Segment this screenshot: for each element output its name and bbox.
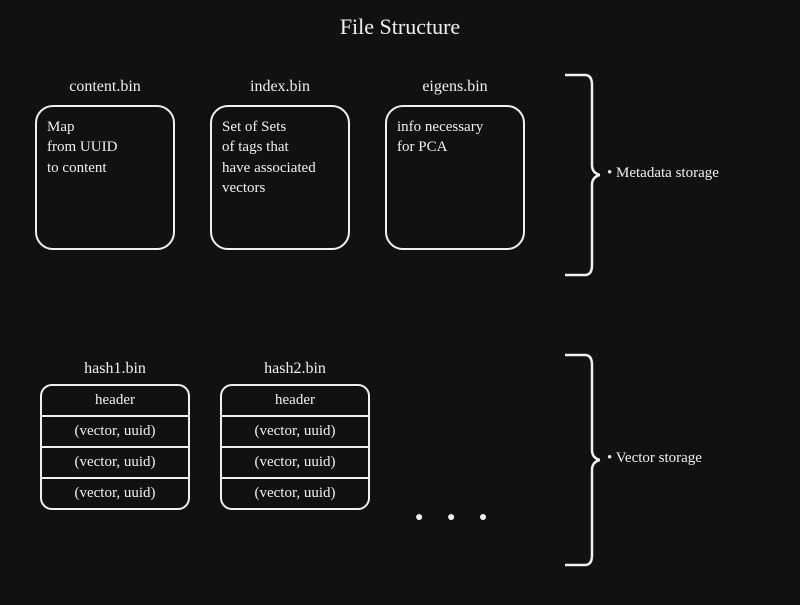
diagram-title: File Structure [0, 14, 800, 40]
content-bin-label: content.bin [35, 78, 175, 96]
hash1-block: hash1.bin header (vector, uuid) (vector,… [40, 360, 190, 510]
hash2-frame: header (vector, uuid) (vector, uuid) (ve… [220, 384, 370, 510]
vector-bracket-label: • Vector storage [607, 450, 702, 467]
bullet-icon: • [607, 165, 612, 181]
metadata-label-text: Metadata storage [616, 165, 719, 181]
hash1-row: (vector, uuid) [42, 415, 188, 446]
hash2-label: hash2.bin [220, 360, 370, 378]
vector-label-text: Vector storage [616, 450, 702, 466]
vector-bracket [560, 350, 600, 570]
hash1-row: (vector, uuid) [42, 446, 188, 477]
index-bin-label: index.bin [210, 78, 350, 96]
ellipsis-icon: ● ● ● [415, 510, 497, 526]
eigens-bin-label: eigens.bin [385, 78, 525, 96]
hash1-frame: header (vector, uuid) (vector, uuid) (ve… [40, 384, 190, 510]
hash1-row: header [42, 386, 188, 415]
hash2-row: (vector, uuid) [222, 415, 368, 446]
metadata-bracket [560, 70, 600, 280]
hash2-block: hash2.bin header (vector, uuid) (vector,… [220, 360, 370, 510]
bullet-icon: • [607, 450, 612, 466]
content-bin-box: Mapfrom UUIDto content [35, 105, 175, 250]
metadata-bracket-label: • Metadata storage [607, 165, 719, 182]
hash1-label: hash1.bin [40, 360, 190, 378]
hash2-row: header [222, 386, 368, 415]
index-bin-box: Set of Setsof tags thathave associatedve… [210, 105, 350, 250]
hash1-row: (vector, uuid) [42, 477, 188, 508]
eigens-bin-box: info necessaryfor PCA [385, 105, 525, 250]
hash2-row: (vector, uuid) [222, 446, 368, 477]
hash2-row: (vector, uuid) [222, 477, 368, 508]
